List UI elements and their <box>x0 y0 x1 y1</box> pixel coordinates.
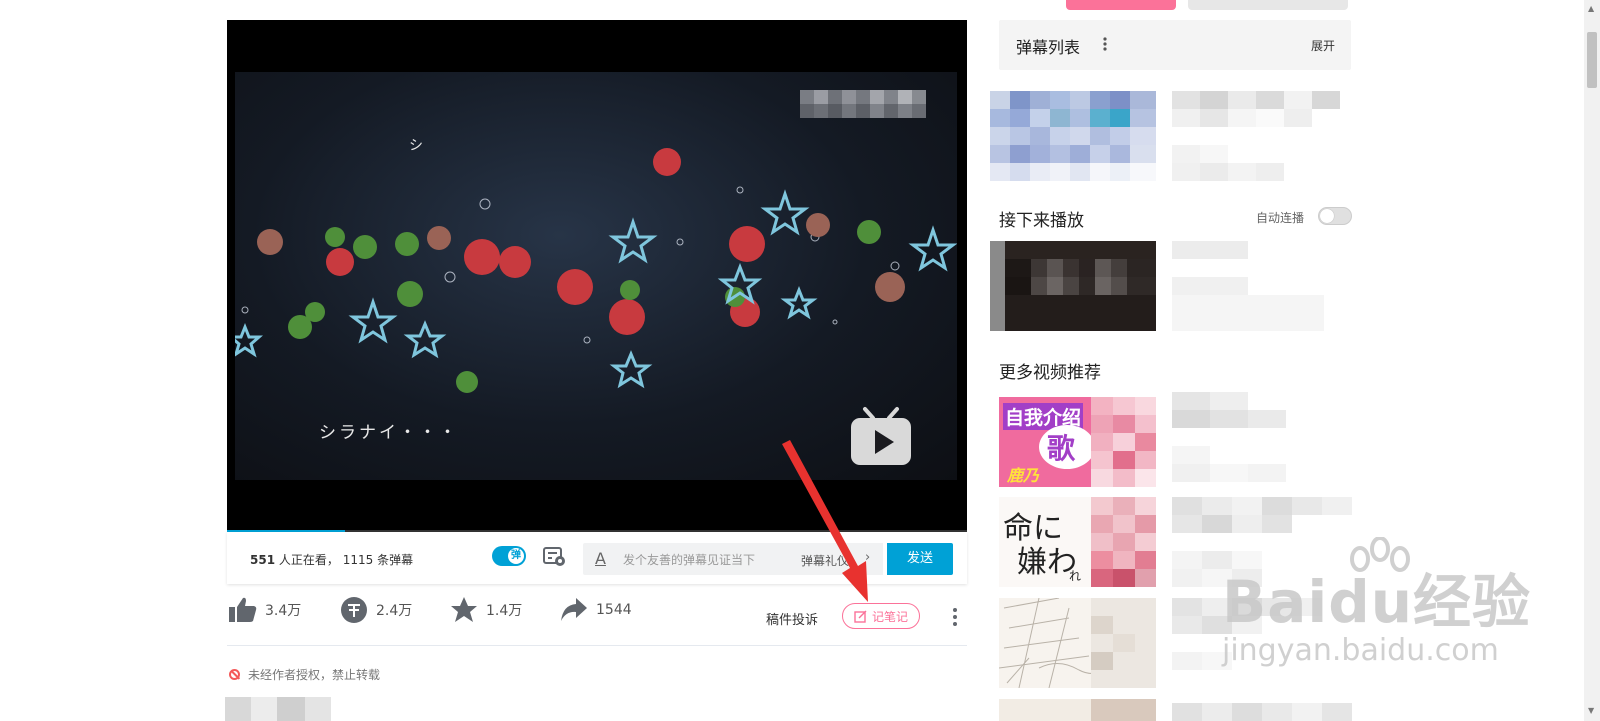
share-arrow-icon <box>561 598 587 621</box>
favorite-count: 1.4万 <box>486 603 523 619</box>
copyright-text: 未经作者授权，禁止转载 <box>248 668 381 682</box>
autoplay-toggle-knob <box>1320 209 1334 223</box>
subtitle-top: シ <box>409 138 423 154</box>
ad-banner-thumbnail[interactable] <box>990 91 1156 181</box>
recommend-thumbnail-4[interactable] <box>999 699 1156 721</box>
danmu-count: 1115 条弹幕 <box>342 553 414 567</box>
video-frame[interactable]: シ シラナイ・・・ <box>235 72 957 480</box>
viewer-info: 551 人正在看， 1115 条弹幕 <box>250 551 413 568</box>
thumb1-name: 鹿乃 <box>1007 466 1040 485</box>
danmu-list-menu-icon[interactable] <box>1103 37 1107 51</box>
recommend-thumbnail-2[interactable]: 命に 嫌わ れ <box>999 497 1156 587</box>
danmu-list-expand[interactable]: 展开 <box>1311 37 1335 54</box>
star-icon <box>451 597 477 622</box>
like-button[interactable]: 3.4万 <box>229 596 301 624</box>
danmu-settings-icon[interactable] <box>542 544 566 568</box>
recommend-text-mosaic-4 <box>1172 703 1352 721</box>
next-up-title: 接下来播放 <box>999 211 1084 231</box>
copyright-notice: 未经作者授权，禁止转载 <box>229 666 380 683</box>
annotation-arrow <box>782 440 868 602</box>
recommend-thumbnail-3[interactable] <box>999 598 1156 688</box>
thumb2-mosaic <box>1091 497 1156 587</box>
thumb2-title-line3: れ <box>1069 569 1082 583</box>
uploader-mosaic <box>225 697 331 721</box>
report-link[interactable]: 稿件投诉 <box>766 609 818 628</box>
danmu-input[interactable] <box>621 549 795 571</box>
edit-note-icon <box>854 610 867 623</box>
next-up-text-mosaic <box>1172 241 1324 331</box>
coin-icon <box>341 597 367 623</box>
recommend-thumbnail-1[interactable]: 自我介绍 歌 鹿乃 <box>999 397 1156 487</box>
video-scene: シ シラナイ・・・ <box>235 90 957 465</box>
top-secondary-button[interactable] <box>1188 0 1348 10</box>
recommend-text-mosaic-1 <box>1172 392 1324 482</box>
font-style-icon[interactable]: A <box>595 549 606 568</box>
scroll-down-icon[interactable]: ▼ <box>1588 706 1594 715</box>
danmu-toggle-label: 弹 <box>508 548 524 564</box>
thumb1-mosaic <box>1091 397 1156 487</box>
danmu-list-title: 弹幕列表 <box>1016 38 1081 57</box>
danmu-list-panel[interactable]: 弹幕列表 展开 <box>999 20 1351 70</box>
ad-banner-text-mosaic <box>1172 91 1340 181</box>
coin-button[interactable]: 2.4万 <box>340 596 412 624</box>
share-button[interactable]: 1544 <box>560 596 632 624</box>
scroll-thumb[interactable] <box>1587 32 1597 88</box>
thumb2-title-line2: 嫌わ <box>1017 545 1077 580</box>
viewer-count: 551 <box>250 553 276 567</box>
share-count: 1544 <box>596 602 632 618</box>
thumb3-sketch <box>999 598 1156 688</box>
favorite-button[interactable]: 1.4万 <box>450 596 522 624</box>
no-repost-icon <box>229 669 240 680</box>
section-divider <box>227 645 967 646</box>
next-up-thumbnail[interactable] <box>990 241 1156 331</box>
top-follow-button[interactable] <box>1066 0 1176 10</box>
autoplay-toggle[interactable] <box>1318 207 1352 225</box>
thumbs-up-icon <box>229 597 257 622</box>
paw-logo-icon <box>1350 537 1410 572</box>
scroll-up-icon[interactable]: ▲ <box>1588 4 1594 13</box>
like-count: 3.4万 <box>265 603 302 619</box>
page-scrollbar[interactable]: ▲ ▼ <box>1584 0 1600 721</box>
subtitle-bottom: シラナイ・・・ <box>319 423 459 443</box>
thumb1-song: 歌 <box>1047 432 1076 465</box>
recommend-title: 更多视频推荐 <box>999 363 1101 383</box>
send-danmu-button[interactable]: 发送 <box>887 543 953 575</box>
thumb4-mosaic <box>1091 699 1156 721</box>
baidu-jingyan-watermark: Baidu经验 jingyan.baidu.com <box>1222 537 1531 668</box>
danmu-toggle[interactable]: 弹 <box>492 546 526 566</box>
mosaic-overlay <box>800 90 926 118</box>
viewer-suffix: 人正在看， <box>275 553 339 567</box>
autoplay-label: 自动连播 <box>1256 211 1305 225</box>
take-note-label: 记笔记 <box>871 609 908 624</box>
watermark-url: jingyan.baidu.com <box>1222 633 1499 668</box>
coin-count: 2.4万 <box>376 603 413 619</box>
more-options-icon[interactable] <box>952 607 958 627</box>
